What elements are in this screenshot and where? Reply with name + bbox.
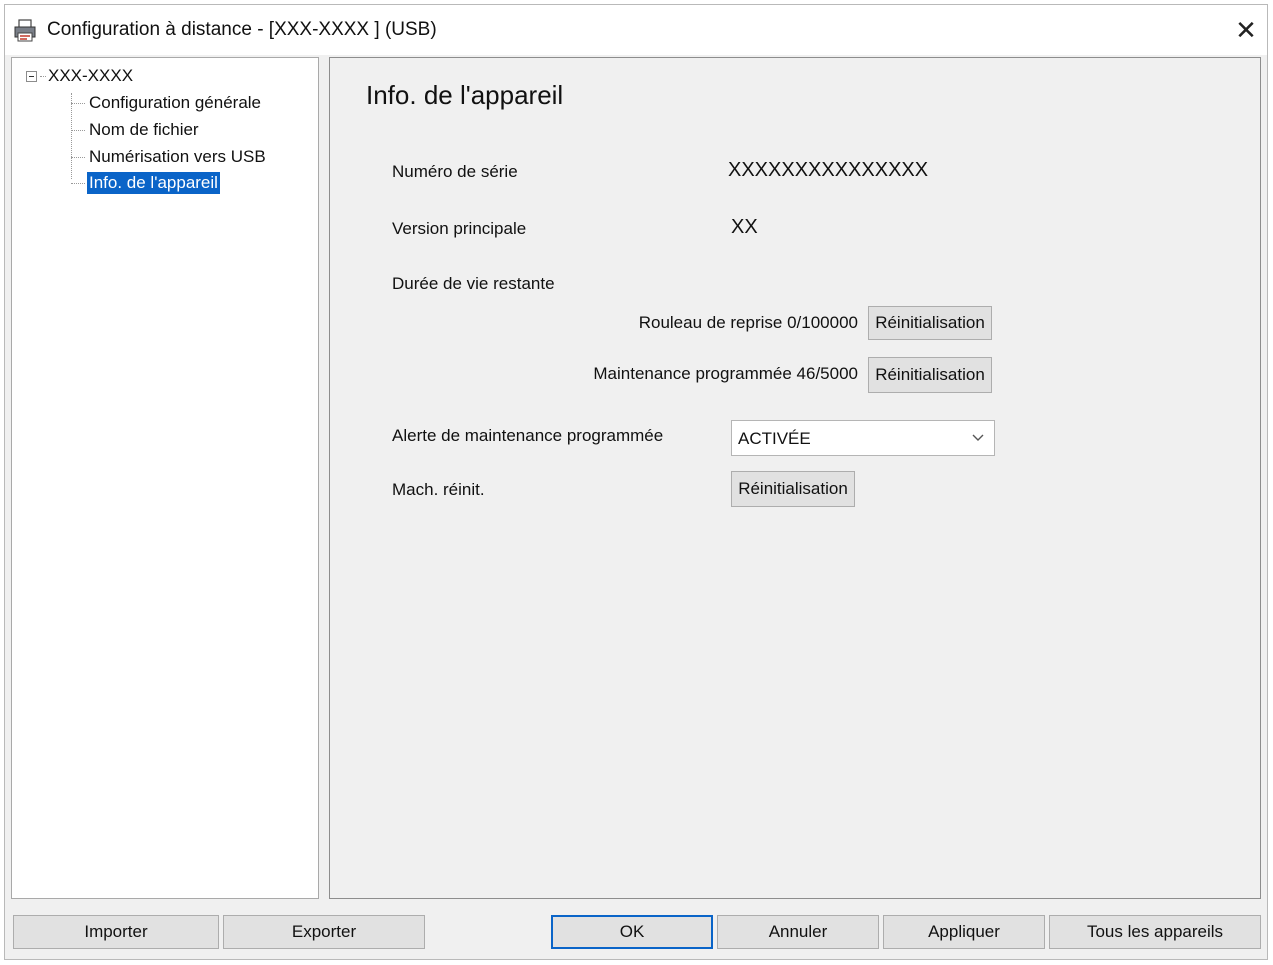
scheduled-maintenance-reset-button[interactable]: Réinitialisation [868,357,992,393]
firmware-version-value: XX [731,216,758,238]
maintenance-alert-dropdown[interactable]: ACTIVÉE [731,420,995,456]
firmware-version-label: Version principale [392,219,527,238]
tree-item-file-name[interactable]: Nom de fichier [71,118,201,142]
printer-icon [14,19,36,42]
maintenance-alert-value[interactable]: ACTIVÉE [738,429,811,449]
tree-connector [40,75,46,77]
tree-item-scan-to-usb[interactable]: Numérisation vers USB [71,145,268,169]
remaining-life-label: Durée de vie restante [392,274,555,293]
pickup-roller-counter: Rouleau de reprise 0/100000 [638,313,858,332]
tree-item-label[interactable]: Configuration générale [87,92,263,114]
title-bar: Configuration à distance - [XXX-XXXX ] (… [5,5,1267,55]
pickup-roller-reset-button[interactable]: Réinitialisation [868,306,992,340]
settings-tree: XXX-XXXX Configuration générale Nom de f… [11,57,319,899]
tree-item-device-info[interactable]: Info. de l'appareil [71,171,220,195]
close-button[interactable]: ✕ [1229,13,1263,47]
tree-item-label[interactable]: Numérisation vers USB [87,146,268,168]
remote-setup-window: Configuration à distance - [XXX-XXXX ] (… [4,4,1268,960]
ok-button[interactable]: OK [551,915,713,949]
all-devices-button[interactable]: Tous les appareils [1049,915,1261,949]
cancel-button[interactable]: Annuler [717,915,879,949]
collapse-icon[interactable] [26,70,37,82]
machine-reset-button[interactable]: Réinitialisation [731,471,855,507]
tree-root-label[interactable]: XXX-XXXX [48,66,133,86]
export-button[interactable]: Exporter [223,915,425,949]
serial-number-label: Numéro de série [392,162,518,181]
page-title: Info. de l'appareil [366,80,564,110]
tree-root-node[interactable]: XXX-XXXX [26,66,133,86]
import-button[interactable]: Importer [13,915,219,949]
chevron-down-icon[interactable] [970,429,986,445]
scheduled-maintenance-counter: Maintenance programmée 46/5000 [593,364,858,383]
serial-number-value: XXXXXXXXXXXXXXX [728,159,929,181]
close-icon[interactable]: ✕ [1235,15,1257,46]
maintenance-alert-label: Alerte de maintenance programmée [392,426,664,445]
machine-reset-label: Mach. réinit. [392,480,485,499]
apply-button[interactable]: Appliquer [883,915,1045,949]
tree-item-general-settings[interactable]: Configuration générale [71,91,263,115]
window-title: Configuration à distance - [XXX-XXXX ] (… [47,19,437,40]
tree-item-label[interactable]: Info. de l'appareil [87,172,220,194]
tree-item-label[interactable]: Nom de fichier [87,119,201,141]
device-info-panel: Info. de l'appareil Numéro de série XXXX… [329,57,1261,899]
